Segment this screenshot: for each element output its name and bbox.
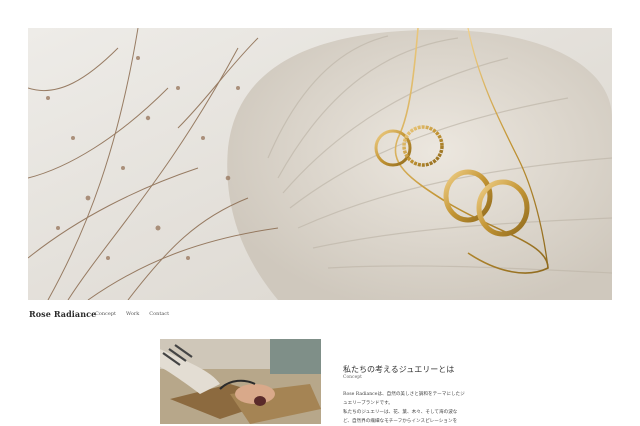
body-line: ど、自然界の繊細なモチーフからインスピレーションを <box>343 419 458 424</box>
concept-photo <box>160 339 321 424</box>
body-line: 私たちのジュエリーは、花、葉、木々、そして海の波な <box>343 410 458 415</box>
brand-logo[interactable]: Rose Radiance <box>29 309 96 319</box>
nav-item-concept[interactable]: Concept <box>95 311 116 317</box>
body-line: Rose Radianceは、自然の美しさと調和をテーマにしたジ <box>343 392 465 397</box>
hero-image <box>28 28 612 300</box>
main-nav: Concept Work Contact <box>95 311 169 317</box>
section-subtitle: Concept <box>343 375 362 380</box>
concept-section: 私たちの考えるジュエリーとは Concept Rose Radianceは、自然… <box>343 365 483 426</box>
section-title: 私たちの考えるジュエリーとは <box>343 365 455 374</box>
body-line: ュエリーブランドです。 <box>343 401 393 406</box>
section-body: Rose Radianceは、自然の美しさと調和をテーマにしたジ ュエリーブラン… <box>343 390 483 426</box>
nav-item-contact[interactable]: Contact <box>149 311 169 317</box>
nav-item-work[interactable]: Work <box>126 311 139 317</box>
